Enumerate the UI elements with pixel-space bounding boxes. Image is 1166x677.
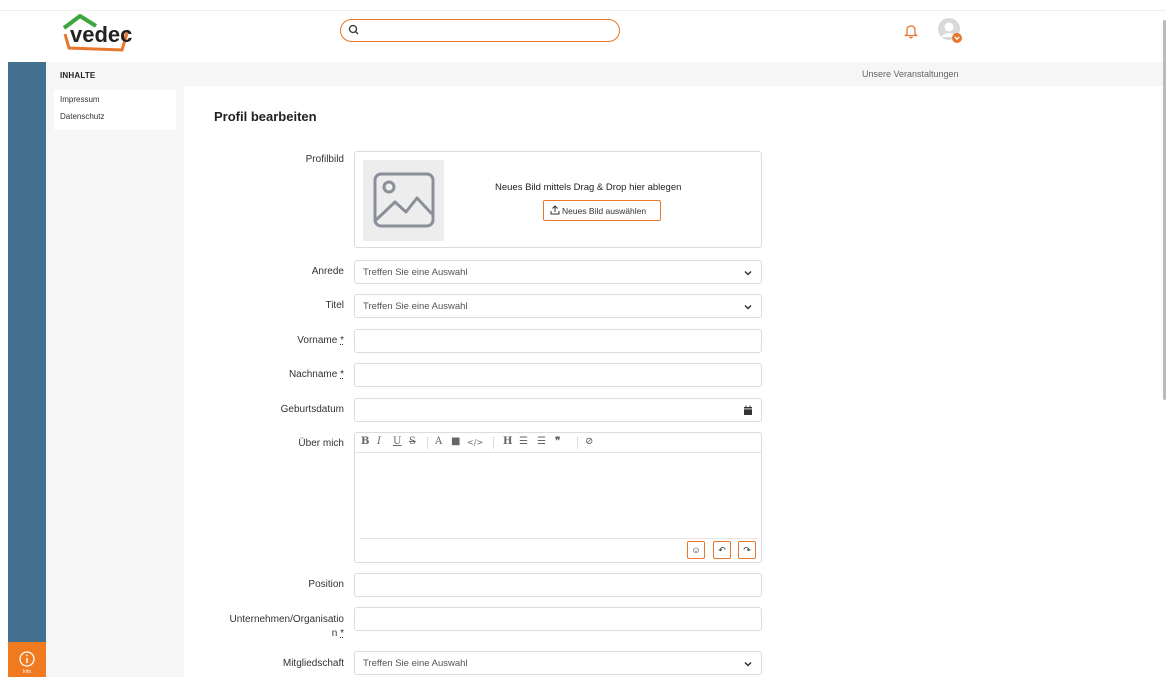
toolbar-separator xyxy=(427,437,428,449)
nachname-label: Nachname * xyxy=(288,369,344,380)
bold-button[interactable]: B xyxy=(361,436,369,447)
link-button[interactable]: ⊘ xyxy=(585,436,593,447)
strikethrough-button[interactable]: S xyxy=(409,436,416,447)
top-header: vedec xyxy=(0,0,1166,62)
vorname-field[interactable] xyxy=(354,329,762,353)
underline-button[interactable]: U xyxy=(393,436,401,447)
unternehmen-label: Unternehmen/Organisatio n * xyxy=(229,614,344,639)
chevron-down-icon xyxy=(744,661,752,667)
heading-button[interactable]: H xyxy=(503,436,512,447)
info-icon xyxy=(19,651,35,667)
geburtsdatum-field[interactable] xyxy=(354,398,762,422)
required-mark: * xyxy=(340,628,344,639)
profilbild-label: Profilbild xyxy=(305,154,344,165)
select-image-button[interactable]: Neues Bild auswählen xyxy=(543,200,661,221)
search-icon xyxy=(348,24,359,35)
vorname-label: Vorname * xyxy=(297,335,344,346)
sidebar-card: Impressum Datenschutz xyxy=(54,90,176,130)
sidebar-heading: INHALTE xyxy=(60,71,96,80)
editor-footer-divider xyxy=(359,538,757,539)
dropzone-text: Neues Bild mittels Drag & Drop hier able… xyxy=(495,182,682,193)
events-link[interactable]: Unsere Veranstaltungen xyxy=(862,69,959,79)
bullet-list-button[interactable]: ☰ xyxy=(519,436,528,447)
anrede-label: Anrede xyxy=(311,266,344,277)
info-button[interactable]: Info xyxy=(8,642,46,677)
toolbar-separator xyxy=(493,437,494,449)
subheader-bar: Unsere Veranstaltungen xyxy=(184,62,1166,86)
titel-value: Treffen Sie eine Auswahl xyxy=(363,301,468,312)
ordered-list-button[interactable]: ☰ xyxy=(537,436,546,447)
required-mark: * xyxy=(340,335,344,346)
anrede-value: Treffen Sie eine Auswahl xyxy=(363,267,468,278)
image-dropzone[interactable]: Neues Bild mittels Drag & Drop hier able… xyxy=(354,151,762,248)
upload-icon xyxy=(550,205,560,215)
search-input[interactable] xyxy=(340,19,620,42)
sidebar-item-datenschutz[interactable]: Datenschutz xyxy=(60,112,104,121)
required-mark: * xyxy=(340,369,344,380)
mitgliedschaft-label: Mitgliedschaft xyxy=(282,658,344,669)
select-image-label: Neues Bild auswählen xyxy=(562,206,647,216)
mitgliedschaft-value: Treffen Sie eine Auswahl xyxy=(363,658,468,669)
quote-button[interactable]: ❞ xyxy=(555,436,560,447)
toolbar-separator xyxy=(577,437,578,449)
undo-button[interactable]: ↶ xyxy=(713,541,731,559)
page-title: Profil bearbeiten xyxy=(214,109,317,124)
rich-text-editor[interactable]: B I U S A ■ </> H ☰ ☰ ❞ ⊘ ☺ ↶ ↷ xyxy=(354,432,762,563)
info-label: Info xyxy=(22,669,32,675)
vedec-logo[interactable]: vedec xyxy=(62,12,142,52)
mitgliedschaft-select[interactable]: Treffen Sie eine Auswahl xyxy=(354,651,762,675)
ueber-mich-label: Über mich xyxy=(298,438,344,449)
position-label: Position xyxy=(308,579,344,590)
geburtsdatum-label: Geburtsdatum xyxy=(280,404,344,415)
code-button[interactable]: </> xyxy=(467,438,483,447)
titel-select[interactable]: Treffen Sie eine Auswahl xyxy=(354,294,762,318)
highlight-button[interactable]: ■ xyxy=(451,436,460,447)
sidebar-item-impressum[interactable]: Impressum xyxy=(60,95,100,104)
anrede-select[interactable]: Treffen Sie eine Auswahl xyxy=(354,260,762,284)
chevron-down-icon xyxy=(744,270,752,276)
image-icon xyxy=(373,172,435,228)
image-placeholder xyxy=(363,160,444,241)
user-avatar[interactable] xyxy=(937,17,965,45)
redo-button[interactable]: ↷ xyxy=(738,541,756,559)
sidebar: INHALTE Impressum Datenschutz xyxy=(46,62,184,677)
header-divider xyxy=(0,10,1166,11)
position-field[interactable] xyxy=(354,573,762,597)
font-color-button[interactable]: A xyxy=(435,436,442,447)
chevron-down-icon xyxy=(744,304,752,310)
calendar-icon[interactable] xyxy=(743,405,753,416)
svg-text:vedec: vedec xyxy=(70,22,132,47)
notification-bell-icon[interactable] xyxy=(902,22,920,40)
left-nav-strip xyxy=(8,62,46,677)
italic-button[interactable]: I xyxy=(377,436,381,447)
titel-label: Titel xyxy=(325,300,344,311)
emoji-button[interactable]: ☺ xyxy=(687,541,705,559)
unternehmen-field[interactable] xyxy=(354,607,762,631)
nachname-field[interactable] xyxy=(354,363,762,387)
editor-toolbar: B I U S A ■ </> H ☰ ☰ ❞ ⊘ xyxy=(355,433,761,453)
